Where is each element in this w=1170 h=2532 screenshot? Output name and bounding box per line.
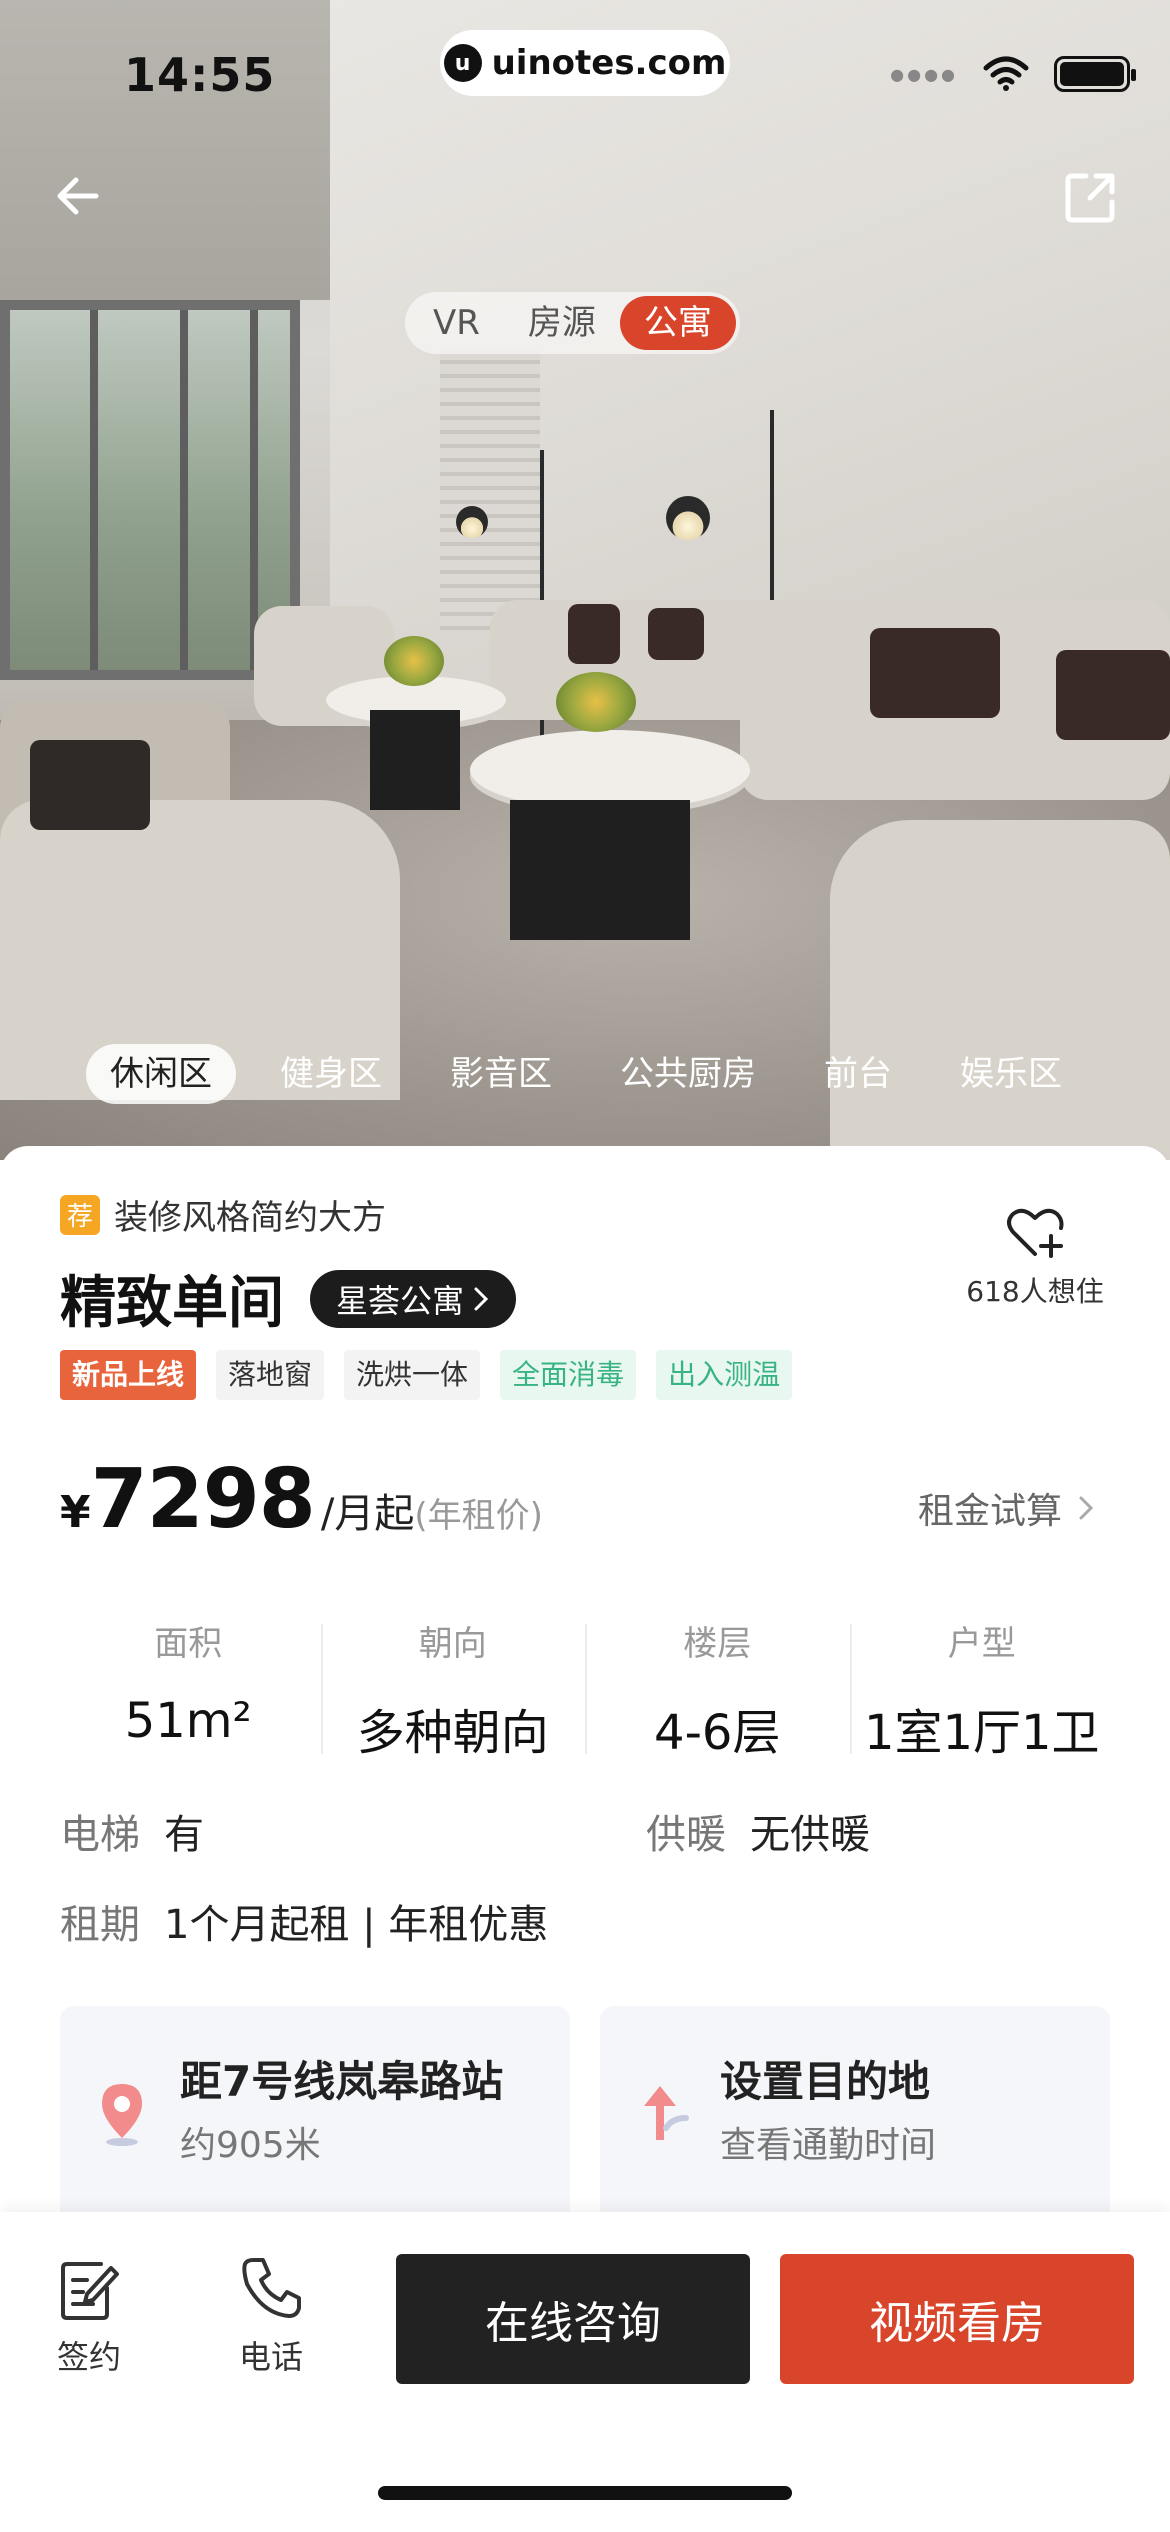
- attr-label: 供暖: [646, 1812, 726, 1858]
- attr-lease: 租期 1个月起租 | 年租优惠: [60, 1892, 548, 1950]
- sign-contract-button[interactable]: 签约: [34, 2254, 144, 2378]
- destination-sub: 查看通勤时间: [720, 2125, 937, 2166]
- attr-heating: 供暖 无供暖: [646, 1802, 870, 1860]
- attr-label: 租期: [60, 1902, 140, 1948]
- listing-title: 精致单间: [60, 1271, 284, 1336]
- status-time: 14:55: [124, 48, 276, 102]
- area-tab-gym[interactable]: 健身区: [256, 1044, 406, 1104]
- url-pill: u uinotes.com: [440, 30, 730, 96]
- price-note: (年租价): [414, 1496, 543, 1536]
- rent-calc-label: 租金试算: [917, 1491, 1062, 1532]
- back-arrow-icon[interactable]: [50, 168, 106, 224]
- price-symbol: ¥: [60, 1487, 91, 1538]
- attr-value: 有: [164, 1812, 204, 1858]
- recommend-row: 荐 装修风格简约大方: [60, 1190, 386, 1239]
- tab-vr[interactable]: VR: [409, 296, 504, 350]
- bottom-action-bar: 签约 电话 在线咨询 视频看房: [0, 2212, 1170, 2532]
- listing-card: 荐 装修风格简约大方 精致单间 星荟公寓 618人想住 新品上线 落地窗 洗烘一…: [0, 1146, 1170, 2246]
- spec-layout: 户型 1室1厅1卫: [849, 1616, 1115, 1763]
- recommend-text: 装修风格简约大方: [114, 1198, 386, 1238]
- spec-floor: 楼层 4-6层: [585, 1616, 850, 1763]
- price-value: 7298: [90, 1452, 316, 1547]
- url-text: uinotes.com: [491, 43, 727, 83]
- battery-icon: [1054, 56, 1136, 92]
- online-consult-button[interactable]: 在线咨询: [396, 2254, 750, 2384]
- destination-title: 设置目的地: [720, 2057, 931, 2106]
- spec-label: 楼层: [683, 1624, 752, 1664]
- title-row: 精致单间 星荟公寓: [60, 1258, 517, 1339]
- spec-value: 1室1厅1卫: [863, 1705, 1100, 1761]
- tab-listing[interactable]: 房源: [504, 296, 620, 350]
- apartment-photo[interactable]: [0, 0, 1170, 1160]
- feature-tags: 新品上线 落地窗 洗烘一体 全面消毒 出入测温: [60, 1350, 793, 1400]
- photo-louver: [440, 350, 540, 630]
- spec-label: 朝向: [418, 1624, 487, 1664]
- metro-title: 距7号线岚皋路站: [180, 2057, 504, 2106]
- attr-elevator: 电梯 有: [60, 1802, 204, 1860]
- spec-value: 51m²: [124, 1693, 252, 1749]
- area-tab-front-desk[interactable]: 前台: [800, 1044, 916, 1104]
- set-destination-card[interactable]: 设置目的地 查看通勤时间: [600, 2006, 1110, 2226]
- tag-new: 新品上线: [60, 1350, 197, 1400]
- tab-apartment[interactable]: 公寓: [619, 296, 736, 350]
- metro-distance-card[interactable]: 距7号线岚皋路站 约905米: [60, 2006, 570, 2226]
- metro-distance: 约905米: [180, 2125, 321, 2166]
- area-tab-lounge[interactable]: 休闲区: [86, 1044, 236, 1104]
- location-pin-icon: [102, 2084, 142, 2146]
- area-tab-theater[interactable]: 影音区: [426, 1044, 576, 1104]
- chevron-right-icon: [1079, 1496, 1094, 1520]
- attr-value: 1个月起租 | 年租优惠: [164, 1902, 549, 1948]
- commute-arrow-icon: [644, 2086, 689, 2140]
- spec-orientation: 朝向 多种朝向: [320, 1616, 586, 1763]
- status-icons: ●●●●: [890, 56, 1136, 92]
- recommend-badge: 荐: [60, 1194, 100, 1235]
- home-indicator[interactable]: [378, 2486, 792, 2500]
- rent-calculator-link[interactable]: 租金试算: [918, 1482, 1094, 1534]
- attr-label: 电梯: [60, 1812, 140, 1858]
- spec-value: 4-6层: [654, 1705, 781, 1761]
- share-icon[interactable]: [1060, 168, 1120, 228]
- brand-label: 星荟公寓: [336, 1281, 465, 1320]
- phone-button[interactable]: 电话: [216, 2254, 326, 2378]
- phone-label: 电话: [238, 2338, 303, 2376]
- spec-value: 多种朝向: [356, 1705, 549, 1761]
- media-type-tabs: VR 房源 公寓: [405, 292, 740, 354]
- photo-ceiling: [0, 0, 330, 300]
- tag-washer-dryer: 洗烘一体: [344, 1350, 481, 1400]
- brand-button[interactable]: 星荟公寓: [310, 1269, 517, 1328]
- price-row: ¥ 7298 /月起 (年租价): [60, 1452, 543, 1547]
- tag-floor-window: 落地窗: [216, 1350, 325, 1400]
- area-tab-entertainment[interactable]: 娱乐区: [936, 1044, 1086, 1104]
- sign-label: 签约: [56, 2338, 121, 2376]
- specs-row: 面积 51m² 朝向 多种朝向 楼层 4-6层 户型 1室1厅1卫: [56, 1616, 1114, 1763]
- price-unit: /月起: [320, 1491, 415, 1537]
- attr-value: 无供暖: [750, 1812, 870, 1858]
- area-tabs: 休闲区 健身区 影音区 公共厨房 前台 娱乐区: [86, 1044, 1086, 1104]
- heart-plus-icon: [1007, 1208, 1064, 1258]
- cellular-signal-icon: ●●●●: [890, 64, 958, 84]
- spec-area: 面积 51m²: [56, 1616, 321, 1763]
- phone-icon: [242, 2258, 301, 2318]
- spec-label: 面积: [154, 1624, 223, 1664]
- chevron-right-icon: [474, 1287, 489, 1310]
- video-viewing-button[interactable]: 视频看房: [780, 2254, 1134, 2384]
- want-to-live-button[interactable]: 618人想住: [960, 1206, 1110, 1310]
- site-logo-icon: u: [443, 44, 482, 82]
- wifi-icon: [983, 56, 1029, 91]
- spec-label: 户型: [947, 1624, 1016, 1664]
- want-count: 618人想住: [966, 1275, 1104, 1308]
- tag-disinfection: 全面消毒: [500, 1350, 637, 1400]
- area-tab-kitchen[interactable]: 公共厨房: [596, 1044, 780, 1104]
- contract-edit-icon: [61, 2262, 119, 2320]
- tag-temperature-check: 出入测温: [656, 1350, 793, 1400]
